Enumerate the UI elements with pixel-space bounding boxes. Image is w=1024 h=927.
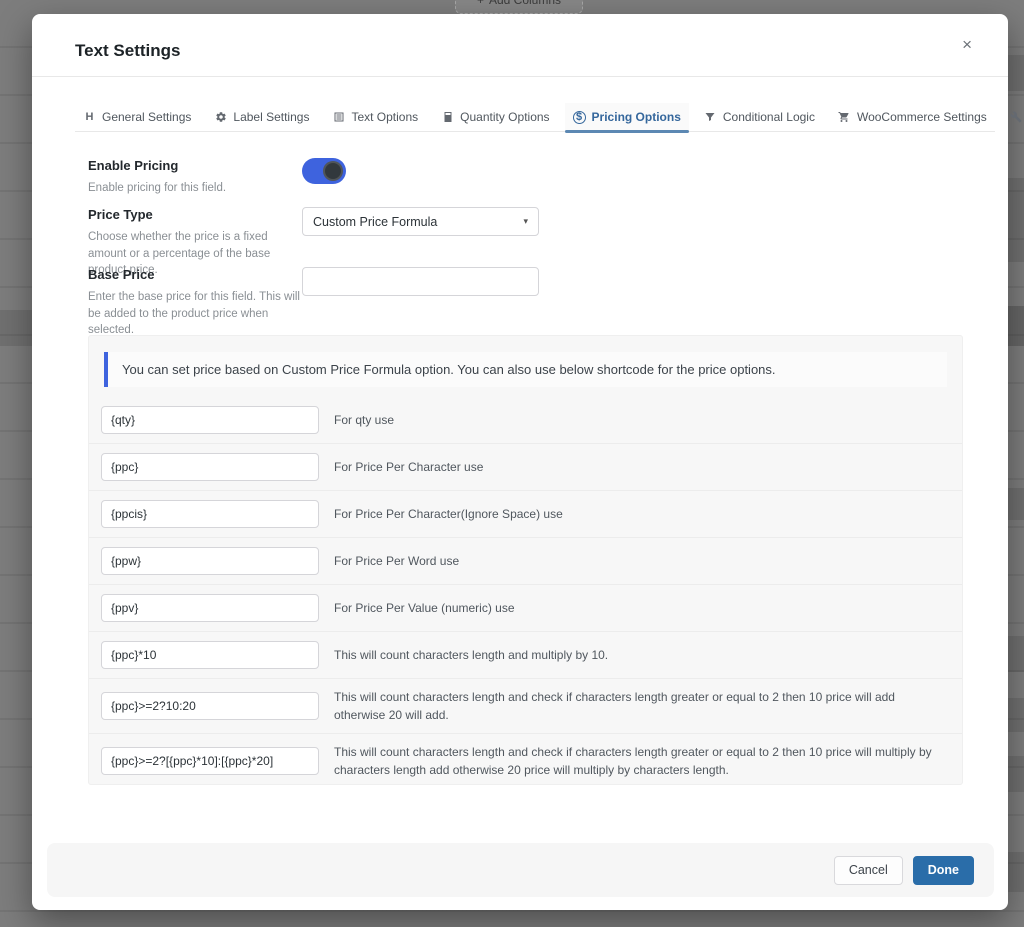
modal-footer: Cancel Done xyxy=(47,843,994,897)
tool-icon xyxy=(1010,111,1023,124)
shortcode-row: For qty use xyxy=(89,397,962,444)
shortcode-description: This will count characters length and ch… xyxy=(334,688,950,724)
shortcode-list: For qty use For Price Per Character use … xyxy=(89,397,962,788)
close-icon[interactable]: × xyxy=(962,36,972,53)
tab-conditional-logic[interactable]: Conditional Logic xyxy=(696,103,823,131)
plus-icon: + xyxy=(477,0,484,7)
heading-icon: H xyxy=(83,111,96,124)
background-row-highlight xyxy=(1008,698,1024,732)
chevron-down-icon: ▾ xyxy=(523,216,528,227)
shortcode-description: For Price Per Word use xyxy=(334,552,477,570)
shortcode-input[interactable] xyxy=(101,406,319,434)
background-row-highlight xyxy=(1008,756,1024,792)
shortcode-input[interactable] xyxy=(101,692,319,720)
field-enable-pricing: Enable Pricing Enable pricing for this f… xyxy=(88,158,968,197)
tab-quantity-options[interactable]: Quantity Options xyxy=(433,103,557,131)
background-row-highlight xyxy=(0,310,32,346)
background-row-highlight xyxy=(1008,55,1024,91)
tab-label: General Settings xyxy=(102,110,191,124)
shortcode-description: For Price Per Value (numeric) use xyxy=(334,599,533,617)
add-columns-label: Add Columns xyxy=(489,0,561,7)
background-row-highlight xyxy=(1008,488,1024,520)
tab-woocommerce-settings[interactable]: WooCommerce Settings xyxy=(830,103,995,131)
formula-info-note: You can set price based on Custom Price … xyxy=(104,352,947,387)
tab-label: Text Options xyxy=(351,110,418,124)
tab-label-settings[interactable]: Label Settings xyxy=(206,103,317,131)
add-columns-button[interactable]: + Add Columns xyxy=(455,0,583,14)
shortcode-description: This will count characters length and mu… xyxy=(334,646,626,664)
enable-pricing-label: Enable Pricing xyxy=(88,158,302,173)
shortcode-row: This will count characters length and ch… xyxy=(89,679,962,734)
background-row-highlight xyxy=(1008,306,1024,346)
tab-pricing-options[interactable]: $ Pricing Options xyxy=(565,103,689,131)
modal-header: Text Settings × xyxy=(32,14,1008,77)
shortcode-row: This will count characters length and mu… xyxy=(89,632,962,679)
base-price-description: Enter the base price for this field. Thi… xyxy=(88,289,302,339)
shortcode-input[interactable] xyxy=(101,547,319,575)
shortcode-row: For Price Per Character use xyxy=(89,444,962,491)
shortcode-input[interactable] xyxy=(101,453,319,481)
price-type-label: Price Type xyxy=(88,207,302,222)
shortcode-row: For Price Per Character(Ignore Space) us… xyxy=(89,491,962,538)
base-price-label: Base Price xyxy=(88,267,302,282)
funnel-icon xyxy=(704,111,717,124)
shortcode-description: For qty use xyxy=(334,411,412,429)
field-base-price: Base Price Enter the base price for this… xyxy=(88,267,968,339)
price-type-selected-value: Custom Price Formula xyxy=(313,215,523,229)
shortcode-input[interactable] xyxy=(101,594,319,622)
shortcode-description: For Price Per Character(Ignore Space) us… xyxy=(334,505,581,523)
background-row-highlight xyxy=(1008,636,1024,672)
tab-label: WooCommerce Settings xyxy=(857,110,987,124)
shortcode-row: For Price Per Word use xyxy=(89,538,962,585)
modal-title: Text Settings xyxy=(75,41,180,61)
toggle-knob xyxy=(323,161,343,181)
gear-icon xyxy=(214,111,227,124)
cancel-button[interactable]: Cancel xyxy=(834,856,903,885)
cart-icon xyxy=(838,111,851,124)
calculator-icon xyxy=(441,111,454,124)
shortcode-description: This will count characters length and ch… xyxy=(334,743,950,779)
settings-tabs: H General Settings Label Settings Text O… xyxy=(75,103,995,132)
tab-text-options[interactable]: Text Options xyxy=(324,103,426,131)
shortcode-description: For Price Per Character use xyxy=(334,458,501,476)
tab-general-settings[interactable]: H General Settings xyxy=(75,103,199,131)
enable-pricing-toggle[interactable] xyxy=(302,158,346,184)
tab-field-container-settings[interactable]: Field Container Settings xyxy=(1002,103,1024,131)
price-type-select[interactable]: Custom Price Formula ▾ xyxy=(302,207,539,236)
text-lines-icon xyxy=(332,111,345,124)
tab-label: Conditional Logic xyxy=(723,110,815,124)
shortcode-row: This will count characters length and ch… xyxy=(89,734,962,788)
done-button[interactable]: Done xyxy=(913,856,974,885)
custom-formula-panel: You can set price based on Custom Price … xyxy=(88,335,963,785)
tab-label: Pricing Options xyxy=(592,110,681,124)
dollar-circle-icon: $ xyxy=(573,111,586,124)
tab-label: Quantity Options xyxy=(460,110,549,124)
shortcode-input[interactable] xyxy=(101,641,319,669)
base-price-input[interactable] xyxy=(302,267,539,296)
background-row-highlight xyxy=(1008,178,1024,262)
shortcode-input[interactable] xyxy=(101,500,319,528)
shortcode-row: For Price Per Value (numeric) use xyxy=(89,585,962,632)
text-settings-modal: Text Settings × H General Settings Label… xyxy=(32,14,1008,910)
enable-pricing-description: Enable pricing for this field. xyxy=(88,180,302,197)
tab-label: Label Settings xyxy=(233,110,309,124)
shortcode-input[interactable] xyxy=(101,747,319,775)
background-row-highlight xyxy=(1008,852,1024,892)
